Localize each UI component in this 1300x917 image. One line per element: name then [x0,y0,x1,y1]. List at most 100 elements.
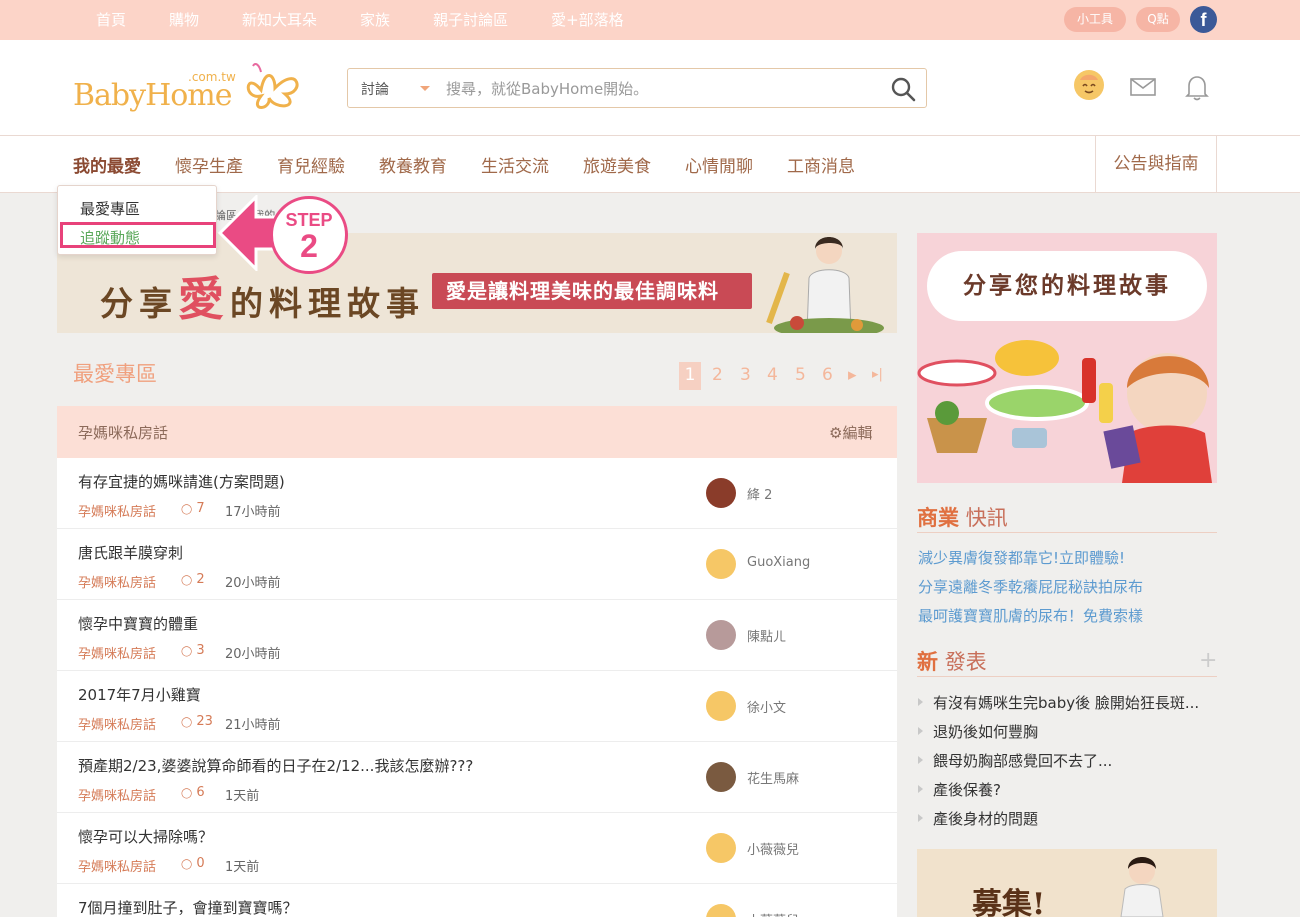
reply-count-value: 6 [196,785,205,800]
list-item[interactable]: 懷孕可以大掃除嗎？ 孕媽咪私房話 ◯ 0 1天前 小薇薇兒 [57,813,897,884]
dropdown-item-follow-label: 追蹤動態 [80,229,141,247]
banner-title-post: 的料理故事 [230,284,425,323]
list-item[interactable]: 預產期2/23,婆婆說算命師看的日子在2/12...我該怎麼辦??? 孕媽咪私房話… [57,742,897,813]
tab-education[interactable]: 教養教育 [379,152,447,177]
tab-favorites[interactable]: 我的最愛 [73,152,141,177]
last-page-icon[interactable]: ▸| [872,362,883,390]
new-post-item[interactable]: 餵母奶胸部感覺回不去了... [918,750,1112,771]
post-board[interactable]: 孕媽咪私房話 [78,501,156,520]
plus-icon[interactable]: + [1199,648,1217,673]
facebook-icon[interactable]: f [1190,6,1217,33]
avatar[interactable] [706,478,736,508]
mail-icon[interactable] [1130,78,1156,96]
top-nav-blog[interactable]: 愛+部落格 [535,0,640,40]
post-board[interactable]: 孕媽咪私房話 [78,785,156,804]
page-5[interactable]: 5 [795,362,806,390]
post-author[interactable]: 絳 2 [747,484,772,503]
search-icon[interactable] [890,76,916,102]
bell-icon[interactable] [1185,74,1209,102]
avatar[interactable] [706,904,736,917]
comment-icon: ◯ [181,859,193,870]
site-logo[interactable]: .com.tw BabyHome [73,60,313,120]
list-item[interactable]: 懷孕中寶寶的體重 孕媽咪私房話 ◯ 3 20小時前 陳點ㄦ [57,600,897,671]
page-3[interactable]: 3 [740,362,751,390]
post-author[interactable]: GuoXiang [747,555,810,570]
search-input[interactable] [446,77,876,101]
section-title: 最愛專區 [73,362,157,386]
avatar[interactable] [706,833,736,863]
page-4[interactable]: 4 [767,362,778,390]
tab-business[interactable]: 工商消息 [787,152,855,177]
new-post-item[interactable]: 退奶後如何豐胸 [918,721,1038,742]
page-6[interactable]: 6 [822,362,833,390]
tab-life[interactable]: 生活交流 [481,152,549,177]
post-title[interactable]: 懷孕可以大掃除嗎？ [78,826,213,847]
post-board[interactable]: 孕媽咪私房話 [78,714,156,733]
list-item[interactable]: 2017年7月小雞寶 孕媽咪私房話 ◯ 23 21小時前 徐小文 [57,671,897,742]
reply-count: ◯ 2 [181,572,205,587]
post-title[interactable]: 唐氏跟羊膜穿刺 [78,542,183,563]
dropdown-item-follow-activity[interactable]: 追蹤動態 [60,222,216,248]
post-author[interactable]: 小薇薇兒 [747,839,799,858]
top-nav-home[interactable]: 首頁 [80,0,142,40]
cooking-illustration [917,340,1212,483]
chevron-down-icon[interactable] [420,86,430,91]
reply-count-value: 3 [196,643,205,658]
post-author[interactable]: 徐小文 [747,697,786,716]
new-post-item[interactable]: 產後保養? [918,779,1001,800]
search-category-select[interactable]: 討論 [361,79,389,99]
avatar[interactable] [706,620,736,650]
step-number: 2 [300,228,318,264]
tab-chat[interactable]: 心情閒聊 [685,152,753,177]
avatar[interactable] [706,691,736,721]
reply-count-value: 0 [196,856,205,871]
recruit-ad[interactable]: 募集! [917,849,1217,917]
avatar[interactable] [706,762,736,792]
business-link-1[interactable]: 減少異膚復發都靠它!立即體驗! [918,547,1125,568]
tab-travel-food[interactable]: 旅遊美食 [583,152,651,177]
sidebar-ad[interactable]: 分享您的料理故事 [917,233,1217,483]
board-name[interactable]: 孕媽咪私房話 [78,422,168,443]
banner-title: 分享愛的料理故事 [100,263,425,329]
top-nav-family[interactable]: 家族 [344,0,406,40]
post-board[interactable]: 孕媽咪私房話 [78,856,156,875]
tab-parenting[interactable]: 育兒經驗 [277,152,345,177]
step-arrow-icon [218,195,278,271]
business-heading-a: 商業 [917,506,959,530]
post-author[interactable]: 小薇薇兒 [747,910,799,917]
new-post-item[interactable]: 有沒有媽咪生完baby後 臉開始狂長斑... [918,692,1199,713]
tab-pregnancy[interactable]: 懷孕生產 [175,152,243,177]
avatar[interactable] [706,549,736,579]
next-page-icon[interactable]: ▸ [848,362,857,390]
top-nav-shopping[interactable]: 購物 [153,0,215,40]
new-post-item[interactable]: 產後身材的問題 [918,808,1038,829]
post-title[interactable]: 有存宜捷的媽咪請進(方案問題) [78,471,285,492]
avatar-icon[interactable] [1073,69,1105,101]
dropdown-item-favorite-area[interactable]: 最愛專區 [80,198,140,219]
top-nav-forum[interactable]: 親子討論區 [417,0,524,40]
step-word: STEP [285,210,333,230]
tools-button[interactable]: 小工具 [1064,7,1126,32]
post-board[interactable]: 孕媽咪私房話 [78,572,156,591]
post-author[interactable]: 陳點ㄦ [747,626,786,645]
top-nav-news[interactable]: 新知大耳朵 [226,0,333,40]
list-item[interactable]: 唐氏跟羊膜穿刺 孕媽咪私房話 ◯ 2 20小時前 GuoXiang [57,529,897,600]
page-1[interactable]: 1 [679,362,701,390]
list-item[interactable]: 7個月撞到肚子，會撞到寶寶嗎？孕媽咪私房話◯ 小薇薇兒 [57,884,897,917]
post-time: 20小時前 [225,576,281,591]
post-board[interactable]: 孕媽咪私房話 [78,643,156,662]
edit-button[interactable]: ⚙編輯 [829,422,872,443]
post-title[interactable]: 7個月撞到肚子，會撞到寶寶嗎？ [78,897,298,917]
page-2[interactable]: 2 [712,362,723,390]
notice-guide-link[interactable]: 公告與指南 [1095,136,1217,192]
post-title[interactable]: 預產期2/23,婆婆說算命師看的日子在2/12...我該怎麼辦??? [78,755,473,776]
post-title[interactable]: 2017年7月小雞寶 [78,684,201,705]
qpoint-button[interactable]: Q點 [1136,7,1180,32]
business-link-3[interactable]: 最呵護寶寶肌膚的尿布！免費索樣 [918,605,1143,626]
new-posts-heading-a: 新 [917,650,938,674]
post-author[interactable]: 花生馬麻 [747,768,799,787]
business-link-2[interactable]: 分享遠離冬季乾癢屁屁秘訣拍尿布 [918,576,1143,597]
reply-count: ◯ 3 [181,643,205,658]
post-title[interactable]: 懷孕中寶寶的體重 [78,613,198,634]
list-item[interactable]: 有存宜捷的媽咪請進(方案問題) 孕媽咪私房話 ◯ 7 17小時前 絳 2 [57,458,897,529]
